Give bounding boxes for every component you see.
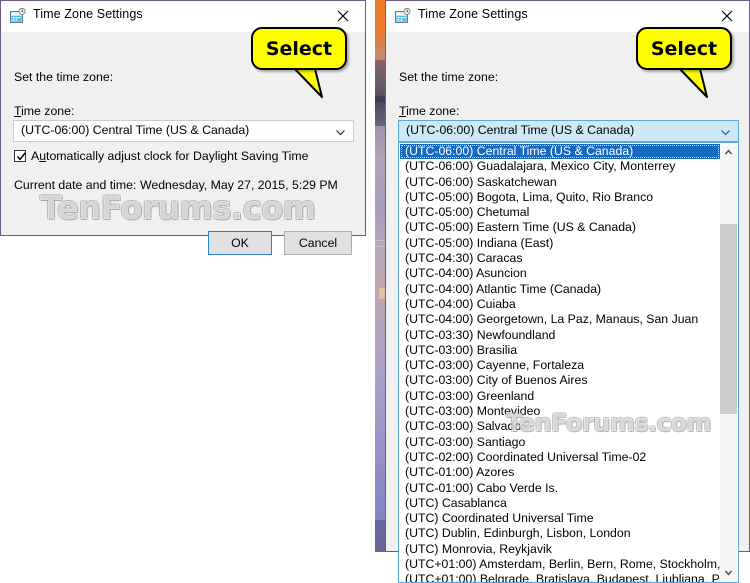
right-timezone-value: (UTC-06:00) Central Time (US & Canada) <box>406 123 635 137</box>
left-set-timezone-label: Set the time zone: <box>14 70 114 84</box>
timezone-list-item[interactable]: (UTC-04:00) Asuncion <box>400 266 720 281</box>
close-icon <box>337 10 348 22</box>
left-cancel-button[interactable]: Cancel <box>284 231 352 255</box>
chevron-down-icon <box>334 126 347 139</box>
timezone-list-item[interactable]: (UTC-04:30) Caracas <box>400 251 720 266</box>
timezone-list-item[interactable]: (UTC-01:00) Azores <box>400 465 720 480</box>
timezone-dropdown-list[interactable]: (UTC-06:00) Central Time (US & Canada) (U… <box>398 142 739 583</box>
timezone-list-item[interactable]: (UTC-03:30) Newfoundland <box>400 328 720 343</box>
chevron-up-icon <box>724 149 733 155</box>
dropdown-scrollbar[interactable] <box>720 144 737 581</box>
timezone-list-item[interactable]: (UTC-03:00) Salvador <box>400 419 720 434</box>
timezone-list-item[interactable]: (UTC-06:00) Guadalajara, Mexico City, Mo… <box>400 159 720 174</box>
timezone-list-item[interactable]: (UTC-03:00) Montevideo <box>400 404 720 419</box>
timezone-list-item[interactable]: (UTC-05:00) Chetumal <box>400 205 720 220</box>
chevron-down-icon <box>724 570 733 576</box>
check-icon <box>16 152 26 161</box>
timezone-list-item[interactable]: (UTC-03:00) Greenland <box>400 389 720 404</box>
left-current-datetime-label: Current date and time: <box>14 178 137 192</box>
timezone-list-item[interactable]: (UTC-01:00) Cabo Verde Is. <box>400 481 720 496</box>
left-callout-label: Select <box>265 37 333 60</box>
timezone-list-item[interactable]: (UTC) Dublin, Edinburgh, Lisbon, London <box>400 526 720 541</box>
left-dst-checkbox-label: Automatically adjust clock for Daylight … <box>31 149 309 163</box>
timezone-list-item[interactable]: (UTC) Casablanca <box>400 496 720 511</box>
time-zone-icon <box>395 7 412 24</box>
close-icon <box>721 10 732 22</box>
timezone-list-item[interactable]: (UTC-05:00) Eastern Time (US & Canada) <box>400 220 720 235</box>
timezone-list-item[interactable]: (UTC-04:00) Atlantic Time (Canada) <box>400 282 720 297</box>
scroll-down-button[interactable] <box>720 564 737 581</box>
left-timezone-combobox[interactable]: (UTC-06:00) Central Time (US & Canada) <box>13 120 354 142</box>
left-callout-bubble: Select <box>251 27 347 70</box>
right-dialog-title: Time Zone Settings <box>418 7 528 21</box>
left-select-callout: Select <box>251 27 361 102</box>
left-dst-checkbox[interactable] <box>14 150 26 162</box>
left-timezone-value: (UTC-06:00) Central Time (US & Canada) <box>21 123 250 137</box>
right-timezone-combobox[interactable]: (UTC-06:00) Central Time (US & Canada) <box>398 120 739 142</box>
left-watermark: TenForums.com <box>40 189 316 227</box>
timezone-list-item[interactable]: (UTC-05:00) Bogota, Lima, Quito, Rio Bra… <box>400 190 720 205</box>
timezone-list-item[interactable]: (UTC+01:00) Belgrade, Bratislava, Budape… <box>400 572 720 582</box>
timezone-list-item[interactable]: (UTC-05:00) Indiana (East) <box>400 236 720 251</box>
timezone-list-item[interactable]: (UTC-06:00) Saskatchewan <box>400 175 720 190</box>
screenshot-root: Time Zone Settings Set the time zone: Ti… <box>0 0 750 583</box>
right-select-callout: Select <box>636 27 746 102</box>
right-callout-label: Select <box>650 37 718 60</box>
timezone-list-item[interactable]: (UTC-04:00) Cuiaba <box>400 297 720 312</box>
right-timezone-field-label: Time zone: <box>399 104 460 118</box>
left-ok-button[interactable]: OK <box>208 231 272 255</box>
scroll-thumb[interactable] <box>720 224 737 414</box>
timezone-list-item[interactable]: (UTC+01:00) Amsterdam, Berlin, Bern, Rom… <box>400 557 720 572</box>
timezone-list-item[interactable]: (UTC-04:00) Georgetown, La Paz, Manaus, … <box>400 312 720 327</box>
timezone-list-item[interactable]: (UTC) Coordinated Universal Time <box>400 511 720 526</box>
time-zone-icon <box>10 7 27 24</box>
left-current-datetime-value: Wednesday, May 27, 2015, 5:29 PM <box>140 178 338 192</box>
timezone-dropdown-items: (UTC-06:00) Central Time (US & Canada) (U… <box>400 144 720 582</box>
left-dialog-title: Time Zone Settings <box>33 7 143 21</box>
timezone-list-item[interactable]: (UTC-03:00) Santiago <box>400 435 720 450</box>
timezone-list-item[interactable]: (UTC) Monrovia, Reykjavik <box>400 542 720 557</box>
timezone-list-item[interactable]: (UTC-03:00) Brasilia <box>400 343 720 358</box>
scroll-up-button[interactable] <box>720 144 737 161</box>
timezone-list-item[interactable]: (UTC-03:00) Cayenne, Fortaleza <box>400 358 720 373</box>
chevron-down-icon <box>719 126 732 139</box>
right-callout-bubble: Select <box>636 27 732 70</box>
right-set-timezone-label: Set the time zone: <box>399 70 499 84</box>
left-timezone-field-label: Time zone: <box>14 104 75 118</box>
timezone-list-item[interactable]: (UTC-06:00) Central Time (US & Canada) <box>400 144 720 160</box>
timezone-list-item[interactable]: (UTC-03:00) City of Buenos Aires <box>400 373 720 388</box>
timezone-list-item[interactable]: (UTC-02:00) Coordinated Universal Time-0… <box>400 450 720 465</box>
